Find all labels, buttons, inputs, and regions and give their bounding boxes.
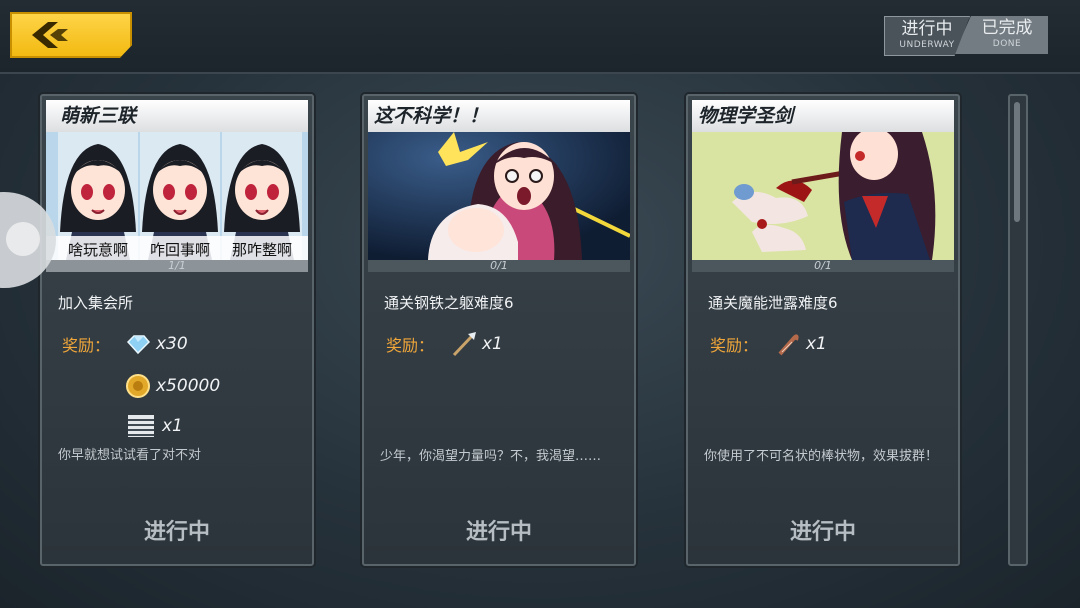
crowbar-icon bbox=[778, 334, 799, 356]
progress-text: 0/1 bbox=[490, 259, 508, 272]
achievement-card[interactable]: 萌新三联 啥玩意啊 咋回事啊 那咋整啊 1/1 加入集会所 奖励： x30 x5… bbox=[40, 94, 314, 566]
tab-underway-sublabel: UNDERWAY bbox=[899, 40, 955, 50]
caption-1: 啥玩意啊 bbox=[68, 241, 128, 259]
progress-text: 1/1 bbox=[168, 259, 186, 272]
progress-bar: 0/1 bbox=[692, 260, 954, 272]
handle-dot-icon bbox=[6, 222, 40, 256]
crystal-icon bbox=[126, 335, 151, 355]
achievement-card[interactable]: 物理学圣剑 0/1 通关魔能泄露难度6 奖励： x1 你使用了不可名状的棒状物，… bbox=[686, 94, 960, 566]
card-title: 物理学圣剑 bbox=[692, 100, 954, 132]
progress-text: 0/1 bbox=[814, 259, 832, 272]
shocked-girl-illustration bbox=[368, 132, 630, 260]
reward-crowbar: x1 bbox=[774, 330, 827, 358]
achievement-card[interactable]: 这不科学！！ 0/1 通关钢铁之躯难度6 奖励： x1 少年，你渴望力量吗？不，… bbox=[362, 94, 636, 566]
caption-3: 那咋整啊 bbox=[232, 241, 292, 259]
scrollbar[interactable] bbox=[1008, 94, 1028, 566]
status-label: 进行中 bbox=[465, 520, 532, 545]
progress-bar: 1/1 bbox=[46, 260, 308, 272]
reward-ticket: x1 bbox=[124, 412, 183, 440]
reward-crystal: x30 bbox=[124, 330, 188, 358]
status-tabs: 已完成 DONE 进行中 UNDERWAY bbox=[884, 16, 1048, 56]
reward-label: 奖励： bbox=[62, 336, 111, 355]
reward-amount: x1 bbox=[162, 416, 183, 436]
status-label: 进行中 bbox=[789, 520, 856, 545]
status-label: 进行中 bbox=[143, 520, 210, 545]
back-button[interactable] bbox=[10, 12, 132, 58]
reward-amount: x30 bbox=[156, 334, 188, 354]
chevron-left-icon bbox=[32, 22, 68, 48]
progress-bar: 0/1 bbox=[368, 260, 630, 272]
scrollbar-thumb[interactable] bbox=[1014, 102, 1020, 222]
gold-coin-icon bbox=[126, 374, 150, 398]
top-bar: 已完成 DONE 进行中 UNDERWAY bbox=[0, 0, 1080, 74]
reward-label: 奖励： bbox=[710, 336, 759, 355]
spear-icon bbox=[452, 332, 476, 357]
card-title: 这不科学！！ bbox=[368, 100, 630, 132]
caption-2: 咋回事啊 bbox=[150, 241, 210, 259]
card-illustration: 啥玩意啊 咋回事啊 那咋整啊 bbox=[46, 132, 308, 260]
card-illustration bbox=[368, 132, 630, 260]
tab-underway-label: 进行中 bbox=[901, 19, 953, 39]
tab-done[interactable]: 已完成 DONE bbox=[954, 16, 1048, 54]
reward-spear: x1 bbox=[450, 330, 503, 358]
reward-label: 奖励： bbox=[386, 336, 435, 355]
flavor-text: 你使用了不可名状的棒状物，效果拔群！ bbox=[704, 449, 939, 464]
crowbar-girl-illustration bbox=[692, 132, 954, 260]
ticket-icon bbox=[128, 415, 154, 437]
reward-amount: x50000 bbox=[156, 376, 221, 396]
mission-text: 加入集会所 bbox=[58, 294, 134, 312]
mission-text: 通关钢铁之躯难度6 bbox=[384, 294, 514, 312]
mission-text: 通关魔能泄露难度6 bbox=[708, 294, 838, 312]
reward-gold: x50000 bbox=[124, 372, 220, 400]
reward-amount: x1 bbox=[482, 334, 503, 354]
flavor-text: 少年，你渴望力量吗？不，我渴望…… bbox=[380, 449, 602, 464]
flavor-text: 你早就想试试看了对不对 bbox=[58, 448, 202, 463]
reward-amount: x1 bbox=[806, 334, 827, 354]
card-illustration bbox=[692, 132, 954, 260]
tab-done-sublabel: DONE bbox=[992, 39, 1022, 49]
card-title: 萌新三联 bbox=[46, 100, 308, 132]
three-girls-illustration: 啥玩意啊 咋回事啊 那咋整啊 bbox=[46, 132, 308, 260]
